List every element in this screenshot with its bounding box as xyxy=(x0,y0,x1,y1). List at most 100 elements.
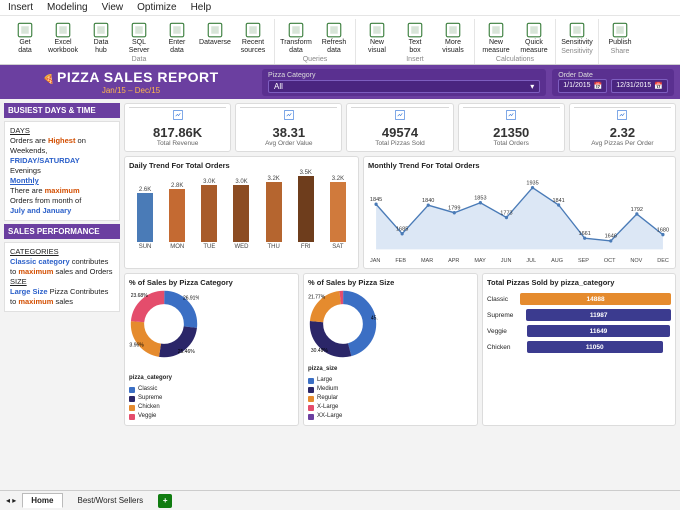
size-donut: 45.89%30.49%21.77%1.72%0.12% xyxy=(308,289,378,359)
svg-text:30.49%: 30.49% xyxy=(311,348,329,354)
date-from[interactable]: 1/1/2015📅 xyxy=(558,79,607,93)
svg-text:1799: 1799 xyxy=(448,205,460,211)
svg-text:1935: 1935 xyxy=(526,180,538,186)
legend-item: Veggie xyxy=(129,412,294,421)
ribbon-btn[interactable]: Newvisual xyxy=(360,19,394,55)
bar xyxy=(298,176,314,242)
ribbon-btn[interactable]: Dataverse xyxy=(198,19,232,55)
bar xyxy=(330,182,346,242)
ribbon: GetdataExcelworkbookDatahubSQLServerEnte… xyxy=(0,16,680,65)
kpi-row: 817.86KTotal Revenue38.31Avg Order Value… xyxy=(124,103,676,152)
ribbon-btn[interactable]: Textbox xyxy=(398,19,432,55)
size-donut-card[interactable]: % of Sales by Pizza Size 45.89%30.49%21.… xyxy=(303,273,478,426)
monthly-trend-card[interactable]: Monthly Trend For Total Orders 184516851… xyxy=(363,156,676,269)
tab-home[interactable]: Home xyxy=(22,493,62,508)
menu-modeling[interactable]: Modeling xyxy=(47,2,88,13)
ribbon-btn[interactable]: SQLServer xyxy=(122,19,156,55)
kpi-card[interactable]: 38.31Avg Order Value xyxy=(235,103,342,152)
size-legend: pizza_sizeLargeMediumRegularX-LargeXX-La… xyxy=(308,365,473,421)
tabs-nav-icon[interactable]: ◂ ▸ xyxy=(6,496,16,505)
legend-item: X-Large xyxy=(308,403,473,412)
category-slicer[interactable]: Pizza Category All ▾ xyxy=(262,69,546,96)
cat-donut: 26.91% 25.46% 23.96% 23.68% xyxy=(129,289,199,359)
ribbon-btn[interactable]: Publish xyxy=(603,19,637,47)
svg-text:23.96%: 23.96% xyxy=(129,343,144,349)
ribbon-btn[interactable]: Transformdata xyxy=(279,19,313,55)
bar xyxy=(233,185,249,242)
bar xyxy=(266,182,282,242)
svg-text:1661: 1661 xyxy=(579,231,591,237)
hbar: 11050 xyxy=(527,341,663,353)
svg-text:25.46%: 25.46% xyxy=(178,349,196,355)
svg-text:26.91%: 26.91% xyxy=(183,296,199,302)
ribbon-btn[interactable]: Sensitivity xyxy=(560,19,594,47)
svg-text:1840: 1840 xyxy=(422,198,434,204)
hbar-chart: Classic14888Supreme11987Veggie11649Chick… xyxy=(487,289,671,357)
kpi-icon xyxy=(615,108,629,122)
svg-text:1792: 1792 xyxy=(631,207,643,213)
legend-item: Supreme xyxy=(129,394,294,403)
ribbon-btn[interactable]: Excelworkbook xyxy=(46,19,80,55)
ribbon-group-sens: Sensitivity Sensitivity xyxy=(556,19,599,64)
ribbon-btn[interactable]: Morevisuals xyxy=(436,19,470,55)
daily-trend-card[interactable]: Daily Trend For Total Orders 2.6KSUN2.8K… xyxy=(124,156,359,269)
daily-bar-chart: 2.6KSUN2.8KMON3.0KTUE3.0KWED3.2KTHU3.5KF… xyxy=(129,172,354,250)
svg-text:45.89%: 45.89% xyxy=(371,315,378,321)
ribbon-group-queries: TransformdataRefreshdata Queries xyxy=(275,19,356,64)
hbar: 11987 xyxy=(526,309,671,321)
ribbon-btn[interactable]: Recentsources xyxy=(236,19,270,55)
hbar: 14888 xyxy=(520,293,671,305)
calendar-icon: 📅 xyxy=(654,82,663,90)
ribbon-btn[interactable]: Enterdata xyxy=(160,19,194,55)
tab-add-button[interactable]: + xyxy=(158,494,172,508)
pizza-icon: 🍕 xyxy=(43,74,54,84)
svg-text:1845: 1845 xyxy=(370,197,382,203)
legend-item: XX-Large xyxy=(308,412,473,421)
content-area: 817.86KTotal Revenue38.31Avg Order Value… xyxy=(124,103,676,426)
menu-optimize[interactable]: Optimize xyxy=(137,2,176,13)
side-header-busiest: BUSIEST DAYS & TIME xyxy=(4,103,120,118)
kpi-icon xyxy=(171,108,185,122)
hbar: 11649 xyxy=(527,325,670,337)
svg-text:1685: 1685 xyxy=(396,226,408,232)
cat-legend: pizza_categoryClassicSupremeChickenVeggi… xyxy=(129,374,294,421)
menu-bar: Insert Modeling View Optimize Help xyxy=(0,0,680,16)
report-body: BUSIEST DAYS & TIME DAYS Orders are High… xyxy=(0,99,680,430)
kpi-icon xyxy=(393,108,407,122)
bar xyxy=(201,185,217,242)
kpi-card[interactable]: 49574Total Pizzas Sold xyxy=(346,103,453,152)
ribbon-btn[interactable]: Refreshdata xyxy=(317,19,351,55)
svg-text:1773: 1773 xyxy=(500,210,512,216)
menu-insert[interactable]: Insert xyxy=(8,2,33,13)
kpi-icon xyxy=(504,108,518,122)
svg-text:1853: 1853 xyxy=(474,195,486,201)
kpi-card[interactable]: 2.32Avg Pizzas Per Order xyxy=(569,103,676,152)
ribbon-btn[interactable]: Getdata xyxy=(8,19,42,55)
ribbon-group-share: Publish Share xyxy=(599,19,641,64)
side-body-sales: CATEGORIES Classic category contributes … xyxy=(4,242,120,312)
kpi-card[interactable]: 817.86KTotal Revenue xyxy=(124,103,231,152)
ribbon-group-data: GetdataExcelworkbookDatahubSQLServerEnte… xyxy=(4,19,275,64)
tab-bestworst[interactable]: Best/Worst Sellers xyxy=(69,493,153,508)
menu-help[interactable]: Help xyxy=(191,2,212,13)
monthly-line-chart: 1845168518401799185317731935184116611646… xyxy=(368,172,671,258)
bar xyxy=(169,189,185,242)
ribbon-btn[interactable]: Datahub xyxy=(84,19,118,55)
cat-donut-card[interactable]: % of Sales by Pizza Category 26.91%25.46… xyxy=(124,273,299,426)
ribbon-btn[interactable]: Newmeasure xyxy=(479,19,513,55)
legend-item: Regular xyxy=(308,394,473,403)
report-header: 🍕 PIZZA SALES REPORT Jan/15 – Dec/15 Piz… xyxy=(0,65,680,99)
svg-text:23.68%: 23.68% xyxy=(131,293,149,299)
insights-sidebar: BUSIEST DAYS & TIME DAYS Orders are High… xyxy=(4,103,120,426)
date-to[interactable]: 12/31/2015📅 xyxy=(611,79,668,93)
menu-view[interactable]: View xyxy=(102,2,124,13)
report-daterange: Jan/15 – Dec/15 xyxy=(102,86,160,95)
kpi-card[interactable]: 21350Total Orders xyxy=(458,103,565,152)
ribbon-btn[interactable]: Quickmeasure xyxy=(517,19,551,55)
calendar-icon: 📅 xyxy=(594,82,603,90)
svg-text:1680: 1680 xyxy=(657,227,669,233)
legend-item: Chicken xyxy=(129,403,294,412)
hbar-card[interactable]: Total Pizzas Sold by pizza_category Clas… xyxy=(482,273,676,426)
side-header-sales: SALES PERFORMANCE xyxy=(4,224,120,239)
bar xyxy=(137,193,153,242)
